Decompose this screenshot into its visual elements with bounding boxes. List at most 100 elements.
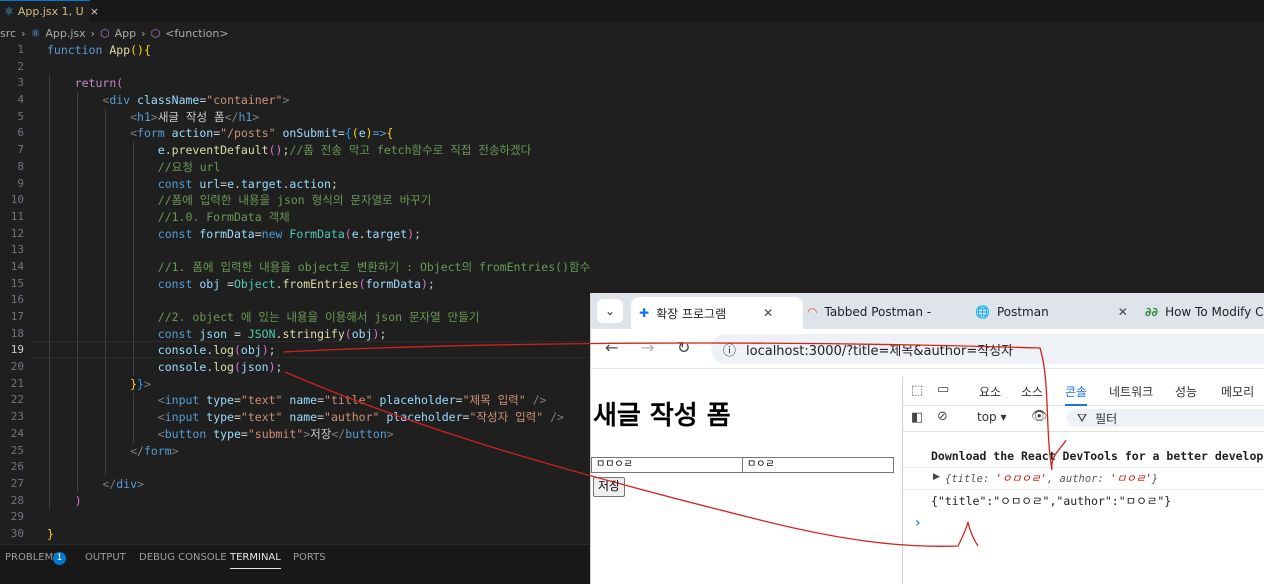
- browser-tab-how-to-modify[interactable]: ∂∂ How To Modify C: [1145, 299, 1264, 325]
- line-number: 30: [10, 526, 24, 540]
- clear-console-icon[interactable]: ⊘: [937, 409, 948, 424]
- code-line: <input type="text" name="author" placeho…: [157, 410, 564, 425]
- save-button[interactable]: 저장: [593, 477, 626, 497]
- browser-tab-label: Postman: [996, 305, 1049, 319]
- code-line: console.log(json);: [157, 360, 283, 375]
- line-number: 29: [10, 510, 24, 524]
- code-line: <input type="text" name="title" placehol…: [157, 393, 547, 408]
- puzzle-icon: ✚: [639, 306, 650, 320]
- close-tab-icon[interactable]: ✕: [1118, 305, 1128, 319]
- browser-tab-postman[interactable]: 🌐 Postman ✕: [975, 299, 1128, 325]
- line-number: 13: [10, 243, 24, 257]
- line-number: 6: [17, 126, 24, 140]
- code-line: const url=e.target.action;: [157, 176, 338, 191]
- back-icon[interactable]: ←: [605, 338, 618, 357]
- devtools-tab-memory[interactable]: 메모리: [1221, 383, 1254, 400]
- browser-tab-tabbed-postman[interactable]: ◠ Tabbed Postman -: [807, 299, 957, 325]
- devtools-tab-sources[interactable]: 소스: [1021, 383, 1043, 400]
- code-line: //요청 url: [157, 159, 221, 174]
- reload-icon[interactable]: ↻: [677, 338, 690, 357]
- address-bar[interactable]: ⓘ localhost:3000/?title=제목&author=작성자: [711, 334, 1264, 364]
- close-tab-icon[interactable]: ×: [90, 5, 99, 18]
- line-number: 23: [10, 410, 24, 424]
- console-prompt-icon[interactable]: ›: [915, 515, 921, 531]
- chevron-right-icon: ›: [141, 26, 146, 40]
- line-number: 15: [10, 276, 24, 290]
- devtools-tab-console[interactable]: 콘솔: [1065, 383, 1088, 406]
- console-message-object[interactable]: ▶ {title: 'ㅇㅁㅇㄹ', author: 'ㅁㅇㄹ'}: [903, 469, 1264, 490]
- line-number: 10: [10, 193, 24, 207]
- line-number: 26: [10, 460, 24, 474]
- tab-ports[interactable]: PORTS: [293, 552, 326, 566]
- filter-placeholder: 필터: [1095, 411, 1118, 426]
- breadcrumb-src[interactable]: src: [0, 27, 16, 40]
- code-editor[interactable]: function App(){ return( <div className="…: [47, 42, 590, 543]
- console-filter-input[interactable]: ⛛ 필터: [1067, 409, 1264, 427]
- tab-problems[interactable]: PROBLEMS: [5, 552, 60, 566]
- line-number: 18: [10, 326, 24, 340]
- title-input[interactable]: ㅁㅁㅇㄹ: [591, 457, 743, 473]
- code-line: <button type="submit">저장</button>: [157, 426, 394, 441]
- line-number: 2: [17, 59, 24, 73]
- browser-tab-label: How To Modify C: [1165, 305, 1264, 319]
- devtools-panel: ⬚ ▭ 요소 소스 콘솔 네트워크 성능 메모리 ◧ ⊘ top ▾ 👁 ⛛ 필…: [902, 377, 1264, 584]
- code-line: }: [47, 526, 54, 541]
- editor-tab-bar: [0, 0, 1264, 22]
- console-message-json: {"title":"ㅇㅁㅇㄹ","author":"ㅁㅇㄹ"}: [903, 491, 1264, 511]
- code-line: const formData=new FormData(e.target);: [157, 226, 422, 241]
- tab-output[interactable]: OUTPUT: [85, 552, 126, 566]
- breadcrumb-file[interactable]: App.jsx: [45, 27, 85, 40]
- line-number: 28: [10, 493, 24, 507]
- breadcrumb-function[interactable]: <function>: [165, 27, 228, 40]
- inspect-element-icon[interactable]: ⬚: [911, 383, 923, 398]
- editor-tab-app-jsx[interactable]: ⚛ App.jsx 1, U ×: [0, 0, 99, 22]
- device-toolbar-icon[interactable]: ▭: [937, 382, 949, 397]
- devtools-tab-performance[interactable]: 성능: [1175, 383, 1197, 400]
- code-line: console.log(obj);: [157, 343, 276, 358]
- live-expression-eye-icon[interactable]: 👁: [1031, 409, 1048, 424]
- code-line: const json = JSON.stringify(obj);: [157, 326, 387, 341]
- tab-search-button[interactable]: ⌄: [597, 299, 623, 323]
- tab-terminal[interactable]: TERMINAL: [230, 552, 281, 569]
- code-line: //1. 폼에 입력한 내용을 object로 변환하기 : Object의 f…: [157, 259, 591, 274]
- line-number: 8: [17, 159, 24, 173]
- url-text: localhost:3000/?title=제목&author=작성자: [746, 343, 1014, 359]
- close-tab-icon[interactable]: ✕: [763, 306, 773, 320]
- devtools-tab-elements[interactable]: 요소: [979, 383, 1001, 400]
- browser-tab-label: 확장 프로그램: [656, 306, 727, 321]
- code-line: <div className="container">: [102, 93, 290, 108]
- console-text: Download the React DevTools for a better…: [931, 449, 1264, 463]
- context-selector[interactable]: top ▾: [977, 410, 1007, 424]
- code-line: function App(){: [47, 43, 151, 57]
- code-line: const obj =Object.fromEntries(formData);: [157, 276, 435, 291]
- react-file-icon: ⚛: [30, 26, 41, 40]
- line-number: 20: [10, 360, 24, 374]
- line-number: 24: [10, 426, 24, 440]
- devtools-tab-bar: ⬚ ▭ 요소 소스 콘솔 네트워크 성능 메모리: [903, 377, 1264, 406]
- code-line: e.preventDefault();//폼 전송 막고 fetch함수로 직접…: [157, 143, 532, 158]
- expand-triangle-icon[interactable]: ▶: [933, 472, 940, 482]
- browser-window: ⌄ ✚ 확장 프로그램 ✕ ◠ Tabbed Postman - 🌐 Postm…: [590, 293, 1264, 584]
- devtools-tab-network[interactable]: 네트워크: [1109, 383, 1153, 400]
- line-number: 25: [10, 443, 24, 457]
- page-heading: 새글 작성 폼: [593, 401, 731, 431]
- line-number-gutter: 1 2 3 4 5 6 7 8 9 10 11 12 13 14 15 16 17 18 19 20 21 22 23 24 2…: [0, 42, 30, 543]
- code-line: }}>: [130, 376, 151, 391]
- breadcrumb-app[interactable]: App: [115, 27, 137, 40]
- code-line: //2. object 에 있는 내용을 이용해서 json 문자열 만들기: [157, 310, 480, 324]
- code-line: <h1>새글 작성 폼</h1>: [130, 109, 260, 124]
- site-info-icon[interactable]: ⓘ: [723, 340, 736, 359]
- sidebar-toggle-icon[interactable]: ◧: [911, 410, 923, 425]
- line-number: 1: [17, 43, 24, 56]
- forward-icon[interactable]: →: [641, 338, 654, 357]
- code-line: return(: [74, 76, 124, 91]
- rainbow-icon: ◠: [807, 305, 818, 319]
- symbol-function-icon: ⬡: [100, 26, 110, 40]
- tab-debug-console[interactable]: DEBUG CONSOLE: [139, 552, 227, 566]
- browser-tab-extensions[interactable]: ✚ 확장 프로그램 ✕: [631, 297, 803, 329]
- author-input[interactable]: ㅁㅇㄹ: [742, 457, 894, 473]
- line-number: 4: [17, 93, 24, 107]
